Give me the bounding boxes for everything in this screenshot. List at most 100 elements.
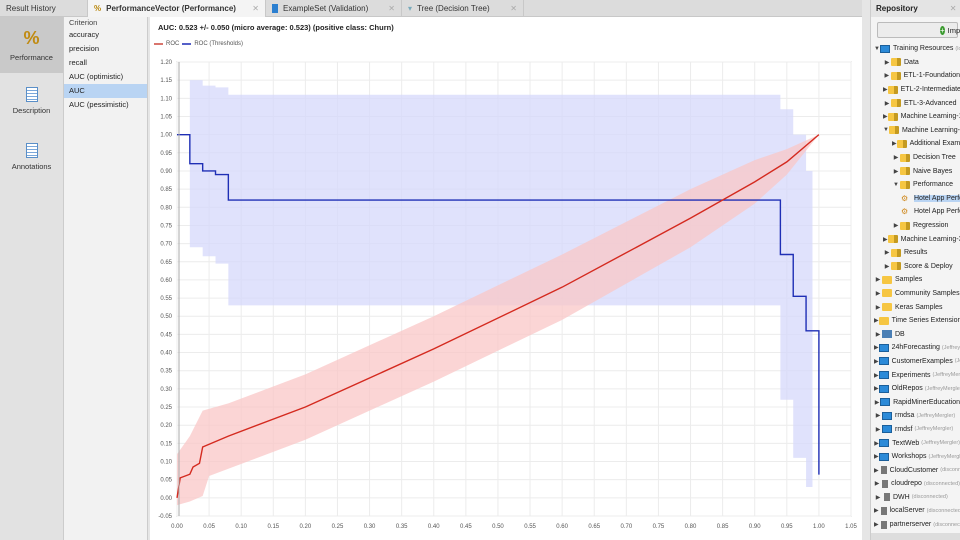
repository-item[interactable]: ▶ cloudrepo (disconnected)	[871, 477, 960, 491]
repository-item[interactable]: ▶ Keras Samples	[871, 300, 960, 314]
expand-arrow-icon[interactable]: ▶	[883, 100, 891, 107]
collapse-arrow-icon[interactable]: ▼	[892, 182, 900, 188]
repository-item[interactable]: ▶ partnerserver(disconnected)	[871, 518, 960, 532]
annotations-view-button[interactable]: Annotations	[0, 129, 63, 185]
repository-item[interactable]: ▶ ETL-2-Intermediate	[871, 83, 960, 97]
horizontal-scrollbar[interactable]	[871, 533, 960, 540]
x-tick-label: 0.85	[717, 524, 729, 530]
y-tick-label: 0.80	[160, 205, 172, 211]
repository-item[interactable]: ▶ Data	[871, 56, 960, 70]
expand-arrow-icon[interactable]: ▶	[874, 507, 879, 514]
repository-item[interactable]: ▶ RapidMinerEducation	[871, 395, 960, 409]
criterion-auc-pessimistic[interactable]: AUC (pessimistic)	[64, 98, 147, 112]
repository-item[interactable]: ▶ OldRepos (JeffreyMergler)	[871, 382, 960, 396]
criterion-accuracy[interactable]: accuracy	[64, 28, 147, 42]
repository-item[interactable]: ▼Training Resources(local)	[871, 42, 960, 56]
expand-arrow-icon[interactable]: ▶	[874, 304, 882, 311]
repository-tab[interactable]: Repository ✕	[871, 0, 960, 17]
repository-item[interactable]: ▶ Community Samples	[871, 287, 960, 301]
expand-arrow-icon[interactable]: ▶	[874, 426, 882, 433]
y-tick-label: 1.20	[160, 60, 172, 66]
repository-item[interactable]: ▶ localServer (disconnected)	[871, 504, 960, 518]
performance-view-button[interactable]: % Performance	[0, 17, 63, 73]
repository-item-label: Hotel App Performance	[914, 208, 960, 216]
expand-arrow-icon[interactable]: ▶	[874, 276, 882, 283]
expand-arrow-icon[interactable]: ▶	[883, 263, 891, 270]
repository-item[interactable]: ▶ Naive Bayes	[871, 164, 960, 178]
repository-item-label: Training Resources	[892, 45, 954, 53]
repository-item[interactable]: ▶ TextWeb (JeffreyMergler)	[871, 436, 960, 450]
repository-item-label: Workshops	[891, 453, 927, 461]
close-icon[interactable]: ✕	[950, 0, 957, 17]
y-tick-label: 0.40	[160, 351, 172, 357]
criterion-auc[interactable]: AUC	[64, 84, 147, 98]
repository-item[interactable]: ▶ Time Series Extension	[871, 314, 960, 328]
expand-arrow-icon[interactable]: ▶	[892, 140, 897, 147]
repository-item[interactable]: ▶ Decision Tree	[871, 151, 960, 165]
repository-item[interactable]: ▼ Machine Learning-2	[871, 124, 960, 138]
y-tick-label: 0.15	[160, 441, 172, 447]
expand-arrow-icon[interactable]: ▶	[874, 331, 882, 338]
expand-arrow-icon[interactable]: ▶	[883, 59, 891, 66]
expand-arrow-icon[interactable]: ▶	[874, 412, 882, 419]
expand-arrow-icon[interactable]: ▶	[874, 480, 880, 487]
description-view-button[interactable]: Description	[0, 73, 63, 129]
repository-item[interactable]: ▶ Results	[871, 246, 960, 260]
repository-item[interactable]: ▶ Score & Deploy	[871, 260, 960, 274]
tab-label: Tree (Decision Tree)	[417, 4, 490, 13]
repository-item[interactable]: ▶Experiments(JeffreyMergler)	[871, 368, 960, 382]
repository-item[interactable]: ▶ rmdsf (JeffreyMergler)	[871, 423, 960, 437]
database-icon	[882, 330, 892, 339]
expand-arrow-icon[interactable]: ▶	[883, 113, 888, 120]
y-tick-label: 0.20	[160, 423, 172, 429]
tab-performance-vector[interactable]: % PerformanceVector (Performance) ✕	[88, 0, 266, 17]
repository-item[interactable]: ▶ Additional Examples	[871, 137, 960, 151]
x-tick-label: 0.00	[171, 524, 183, 530]
expand-arrow-icon[interactable]: ▶	[883, 72, 891, 79]
expand-arrow-icon[interactable]: ▶	[874, 521, 879, 528]
criterion-auc-optimistic[interactable]: AUC (optimistic)	[64, 70, 147, 84]
criterion-header: Criterion	[69, 18, 98, 27]
close-icon[interactable]: ✕	[510, 0, 517, 17]
close-icon[interactable]: ✕	[388, 0, 395, 17]
import-button[interactable]: +Import	[877, 22, 960, 38]
criterion-precision[interactable]: precision	[64, 42, 147, 56]
repository-item[interactable]: ▶24hForecasting(JeffreyMergler)	[871, 341, 960, 355]
repository-item[interactable]: ▶ CloudCustomer(disconnected)	[871, 463, 960, 477]
repository-item[interactable]: ▼ Performance	[871, 178, 960, 192]
repository-item[interactable]: ▶ ETL-1-Foundation	[871, 69, 960, 83]
repository-item[interactable]: ▶Workshops(JeffreyMergler)	[871, 450, 960, 464]
tab-result-history[interactable]: Result History	[0, 0, 88, 17]
expand-arrow-icon[interactable]: ▶	[892, 154, 900, 161]
folder-icon	[891, 262, 901, 271]
criterion-recall[interactable]: recall	[64, 56, 147, 70]
repository-item[interactable]: ▶ Samples	[871, 273, 960, 287]
tab-tree[interactable]: ▾ Tree (Decision Tree) ✕	[402, 0, 524, 17]
x-tick-label: 0.90	[749, 524, 761, 530]
folder-icon	[891, 58, 901, 67]
repository-item[interactable]: ▶ rmdsa (JeffreyMergler)	[871, 409, 960, 423]
repository-item-label: Machine Learning-1	[900, 113, 960, 121]
expand-arrow-icon[interactable]: ▶	[883, 86, 888, 93]
expand-arrow-icon[interactable]: ▶	[883, 249, 891, 256]
expand-arrow-icon[interactable]: ▶	[892, 168, 900, 175]
repository-item[interactable]: ▶ ETL-3-Advanced	[871, 96, 960, 110]
repository-item[interactable]: ▶ Machine Learning-3	[871, 232, 960, 246]
expand-arrow-icon[interactable]: ▶	[883, 236, 888, 243]
repository-item[interactable]: ▶ Regression	[871, 219, 960, 233]
repository-item[interactable]: ▶ DB	[871, 327, 960, 341]
tab-exampleset[interactable]: ExampleSet (Validation) ✕	[266, 0, 402, 17]
repository-item[interactable]: ▶ DWH (disconnected)	[871, 491, 960, 505]
expand-arrow-icon[interactable]: ▶	[874, 467, 879, 474]
repository-item[interactable]: ▶ Machine Learning-1	[871, 110, 960, 124]
expand-arrow-icon[interactable]: ▶	[874, 494, 882, 501]
repository-item[interactable]: ⚙ Hotel App Performance	[871, 205, 960, 219]
close-icon[interactable]: ✕	[252, 0, 259, 17]
expand-arrow-icon[interactable]: ▶	[892, 222, 900, 229]
repository-icon	[879, 44, 890, 53]
y-tick-label: 0.05	[160, 478, 172, 484]
expand-arrow-icon[interactable]: ▶	[874, 317, 879, 324]
expand-arrow-icon[interactable]: ▶	[874, 290, 882, 297]
repository-item[interactable]: ▶CustomerExamples(JeffreyMergler)	[871, 355, 960, 369]
repository-item[interactable]: ⚙ Hotel App Performance	[871, 192, 960, 206]
